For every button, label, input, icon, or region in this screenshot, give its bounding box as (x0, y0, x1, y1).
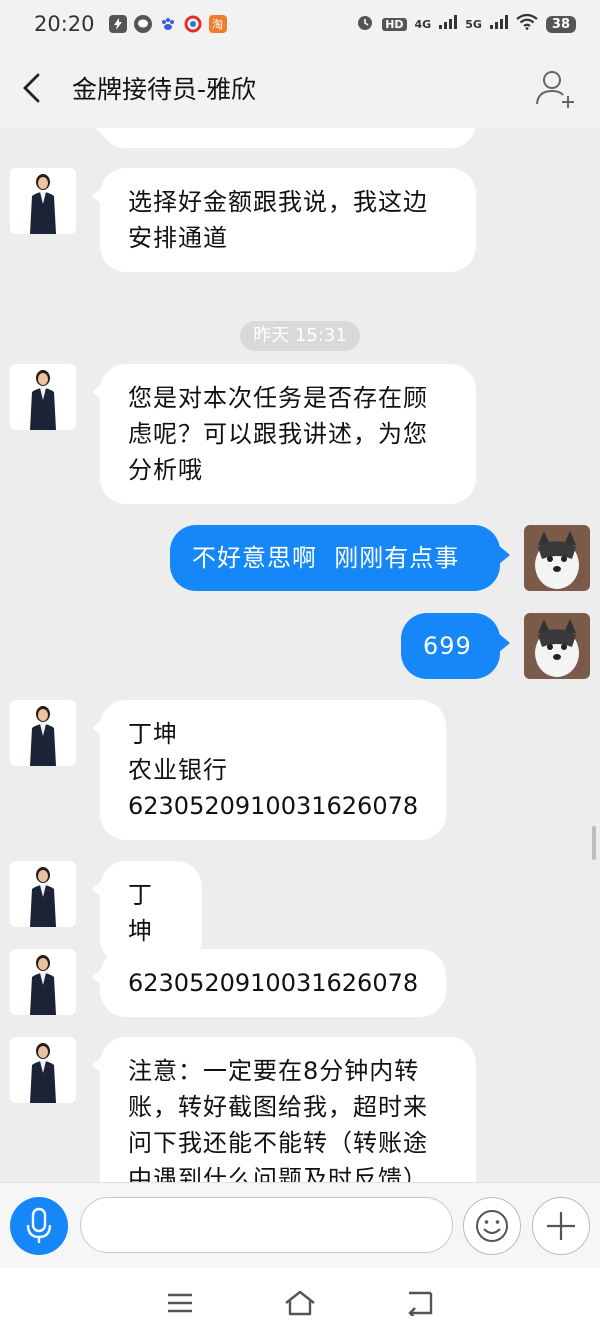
wifi-icon (516, 13, 538, 34)
network-4g-label: 4G (414, 17, 432, 31)
avatar[interactable] (10, 364, 76, 430)
avatar[interactable] (10, 168, 76, 234)
scroll-indicator[interactable] (592, 826, 596, 860)
emoji-button[interactable] (463, 1197, 521, 1255)
home-button[interactable] (280, 1283, 320, 1323)
message-bubble-self[interactable]: 不好意思啊 刚刚有点事 (170, 525, 510, 591)
taobao-icon: 淘 (208, 15, 227, 33)
system-nav-bar (0, 1268, 600, 1338)
chat-bubble-icon (133, 15, 152, 33)
message-text: 注意：一定要在8分钟内转账，转好截图给我，超时来问下我还能不能转（转账途中遇到什… (128, 1057, 428, 1182)
back-button[interactable] (20, 68, 60, 108)
more-button[interactable] (532, 1197, 590, 1255)
menu-icon (168, 1293, 192, 1313)
add-user-icon (536, 71, 574, 108)
alarm-icon (356, 13, 374, 35)
status-time: 20:20 (34, 12, 95, 36)
self-avatar[interactable] (524, 525, 590, 591)
avatar[interactable] (10, 1037, 76, 1103)
message-bubble[interactable]: 6230520910031626078 (92, 949, 446, 1017)
hd-label: HD (382, 17, 407, 31)
avatar[interactable] (10, 700, 76, 766)
menu-button[interactable] (160, 1283, 200, 1323)
message-bubble[interactable]: 丁坤 农业银行 6230520910031626078 (92, 700, 446, 840)
network-5g-label: 5G (465, 17, 482, 31)
chat-header: 金牌接待员-雅欣 (0, 48, 600, 128)
page-title: 金牌接待员-雅欣 (72, 75, 257, 104)
message-line-bank: 农业银行 (128, 756, 228, 784)
smiley-icon (476, 1210, 508, 1242)
agent-avatar-image (10, 168, 76, 234)
agent-avatar-image (10, 861, 76, 927)
message-timestamp: 昨天 15:31 (240, 321, 360, 351)
paw-icon (159, 15, 177, 33)
dog-avatar-image (524, 525, 590, 591)
message-text: 6230520910031626078 (128, 969, 419, 997)
message-text: 您是对本次任务是否存在顾虑呢？可以跟我讲述，为您分析哦 (128, 384, 428, 484)
dog-avatar-image (524, 613, 590, 679)
back-icon (408, 1291, 433, 1316)
avatar[interactable] (10, 861, 76, 927)
add-user-button[interactable] (532, 64, 580, 112)
plus-icon (547, 1212, 575, 1240)
agent-avatar-image (10, 1037, 76, 1103)
input-bar (0, 1182, 600, 1268)
microphone-icon (26, 1207, 52, 1243)
agent-avatar-image (10, 700, 76, 766)
status-right: HD 4G 5G 38 (356, 13, 576, 35)
voice-button[interactable] (10, 1197, 68, 1255)
avatar[interactable] (10, 949, 76, 1015)
message-bubble[interactable]: 您是对本次任务是否存在顾虑呢？可以跟我讲述，为您分析哦 (92, 364, 476, 504)
chat-area[interactable]: 选择好金额跟我说，我这边安排通道 昨天 15:31 您是对本次任务是否存在顾虑呢… (0, 128, 600, 1182)
agent-avatar-image (10, 949, 76, 1015)
message-text: 选择好金额跟我说，我这边安排通道 (128, 188, 428, 252)
signal-icon (439, 15, 458, 33)
message-bubble[interactable]: 注意：一定要在8分钟内转账，转好截图给我，超时来问下我还能不能转（转账途中遇到什… (92, 1037, 476, 1182)
circle-app-icon (184, 15, 202, 33)
battery-level: 38 (545, 15, 576, 33)
back-nav-button[interactable] (400, 1283, 440, 1323)
status-bar: 20:20 淘 HD 4G 5G 38 (0, 0, 600, 48)
message-bubble[interactable]: 选择好金额跟我说，我这边安排通道 (92, 168, 476, 272)
message-text: 不好意思啊 刚刚有点事 (192, 544, 460, 572)
message-bubble-partial (92, 128, 476, 148)
self-avatar[interactable] (524, 613, 590, 679)
message-input[interactable] (80, 1197, 453, 1253)
flash-app-icon (108, 15, 127, 33)
agent-avatar-image (10, 364, 76, 430)
message-text: 丁坤 (128, 881, 153, 945)
message-line-account: 6230520910031626078 (128, 792, 419, 820)
chevron-left-icon (23, 73, 40, 103)
message-text: 699 (423, 632, 472, 660)
message-bubble-self[interactable]: 699 (401, 613, 510, 679)
home-icon (285, 1290, 315, 1316)
message-line-name: 丁坤 (128, 720, 178, 748)
signal-icon-2 (489, 15, 508, 33)
